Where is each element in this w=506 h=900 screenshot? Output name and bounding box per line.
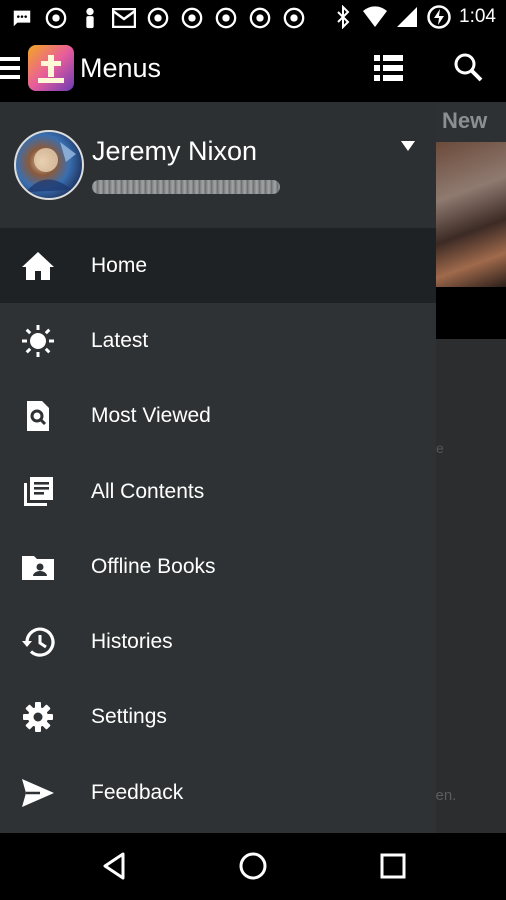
drawer-header: Jeremy Nixon: [0, 102, 436, 228]
view-list-icon: [374, 55, 403, 81]
home-circle-icon: [239, 852, 267, 880]
menu-item-label: Offline Books: [91, 554, 216, 578]
gear-icon: [20, 699, 56, 735]
cover-caption-strip: [436, 287, 506, 339]
chrome-icon: [44, 6, 68, 30]
menu-item-offline-books[interactable]: Offline Books: [0, 529, 436, 604]
user-email-redacted: [92, 180, 280, 194]
find-in-page-icon: [20, 398, 56, 434]
notification-icons: [10, 6, 306, 30]
brightness-icon: [20, 323, 56, 359]
menu-item-feedback[interactable]: Feedback: [0, 755, 436, 830]
menu-item-label: Most Viewed: [91, 404, 211, 428]
menu-item-home[interactable]: Home: [0, 228, 436, 304]
menu-item-settings[interactable]: Settings: [0, 680, 436, 755]
menu-item-label: Histories: [91, 630, 173, 654]
account-dropdown-icon[interactable]: [398, 138, 418, 154]
faint-text: e: [436, 440, 444, 456]
signal-icon: [395, 5, 419, 29]
menu-item-histories[interactable]: Histories: [0, 604, 436, 679]
back-button[interactable]: [98, 850, 130, 882]
back-icon: [103, 852, 125, 880]
menu-item-label: Latest: [91, 328, 149, 352]
user-name: Jeremy Nixon: [92, 136, 258, 166]
drawer-menu: Home Latest Most Viewed All Contents Off…: [0, 228, 436, 830]
send-icon: [20, 775, 56, 811]
screen: 1:04 Menus New e ven. Jeremy Nixon Home …: [0, 0, 506, 900]
bluetooth-icon: [331, 5, 355, 29]
history-icon: [20, 624, 56, 660]
wifi-icon: [363, 5, 388, 29]
chrome-icon: [180, 6, 204, 30]
menu-item-all-contents[interactable]: All Contents: [0, 454, 436, 529]
chrome-icon: [146, 6, 170, 30]
account-folder-icon: [20, 549, 56, 585]
app-title: Menus: [80, 53, 162, 83]
status-bar: 1:04: [0, 0, 506, 36]
chrome-icon: [248, 6, 272, 30]
message-icon: [10, 6, 34, 30]
drawer-toggle-icon[interactable]: [0, 53, 22, 83]
menu-item-latest[interactable]: Latest: [0, 303, 436, 378]
menu-item-label: Home: [91, 253, 148, 277]
app-logo: [28, 45, 74, 91]
menu-item-label: Feedback: [91, 780, 184, 804]
system-nav-bar: [0, 833, 506, 900]
navigation-drawer: Jeremy Nixon Home Latest Most Viewed All…: [0, 102, 436, 833]
background-content: New e ven.: [428, 102, 506, 833]
avatar[interactable]: [14, 130, 84, 200]
figure-icon: [78, 6, 102, 30]
app-bar: Menus: [0, 36, 506, 102]
tab-new[interactable]: New: [436, 102, 506, 142]
status-time: 1:04: [459, 6, 496, 27]
search-button[interactable]: [452, 51, 484, 83]
recents-button[interactable]: [378, 851, 408, 881]
menu-item-label: All Contents: [91, 479, 205, 503]
library-books-icon: [20, 474, 56, 510]
system-icons: 1:04: [331, 5, 496, 29]
search-icon: [454, 53, 483, 82]
chrome-icon: [282, 6, 306, 30]
recents-icon: [380, 853, 406, 879]
menu-item-most-viewed[interactable]: Most Viewed: [0, 379, 436, 454]
menu-item-label: Settings: [91, 705, 167, 729]
list-view-button[interactable]: [372, 51, 406, 85]
mail-icon: [112, 6, 136, 30]
battery-charging-icon: [427, 5, 451, 29]
home-icon: [20, 248, 56, 284]
chrome-icon: [214, 6, 238, 30]
home-button[interactable]: [237, 850, 269, 882]
cover-image[interactable]: [436, 142, 506, 287]
